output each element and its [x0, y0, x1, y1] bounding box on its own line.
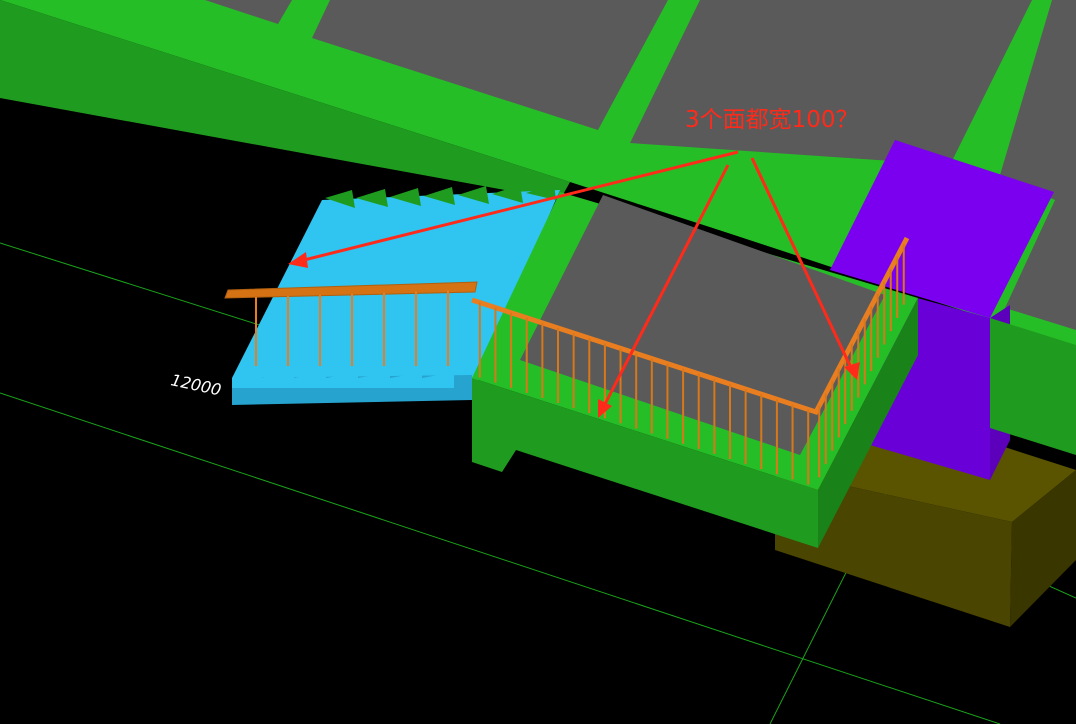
annotation-note: 3个面都宽100？	[685, 107, 859, 133]
cad-3d-viewport[interactable]: 3个面都宽100？ 12000	[0, 0, 1076, 724]
dimension-label: 12000	[169, 370, 223, 399]
